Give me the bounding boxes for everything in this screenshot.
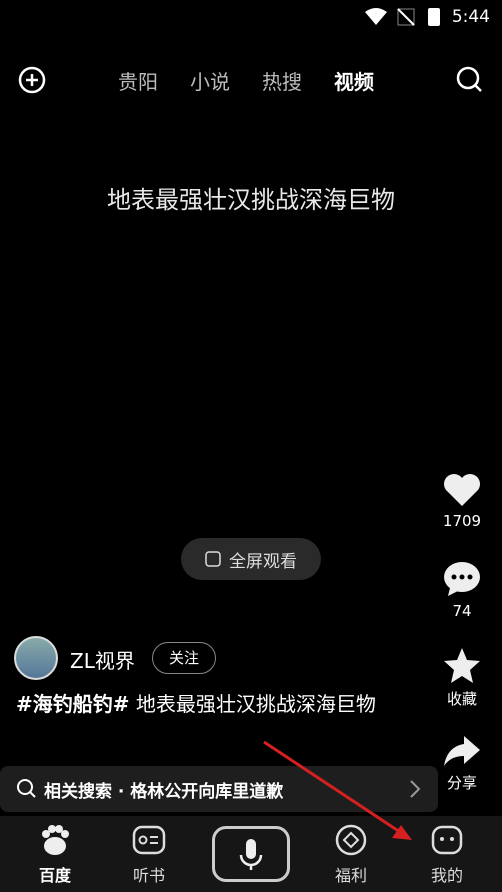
annotation-arrow: [263, 740, 412, 840]
